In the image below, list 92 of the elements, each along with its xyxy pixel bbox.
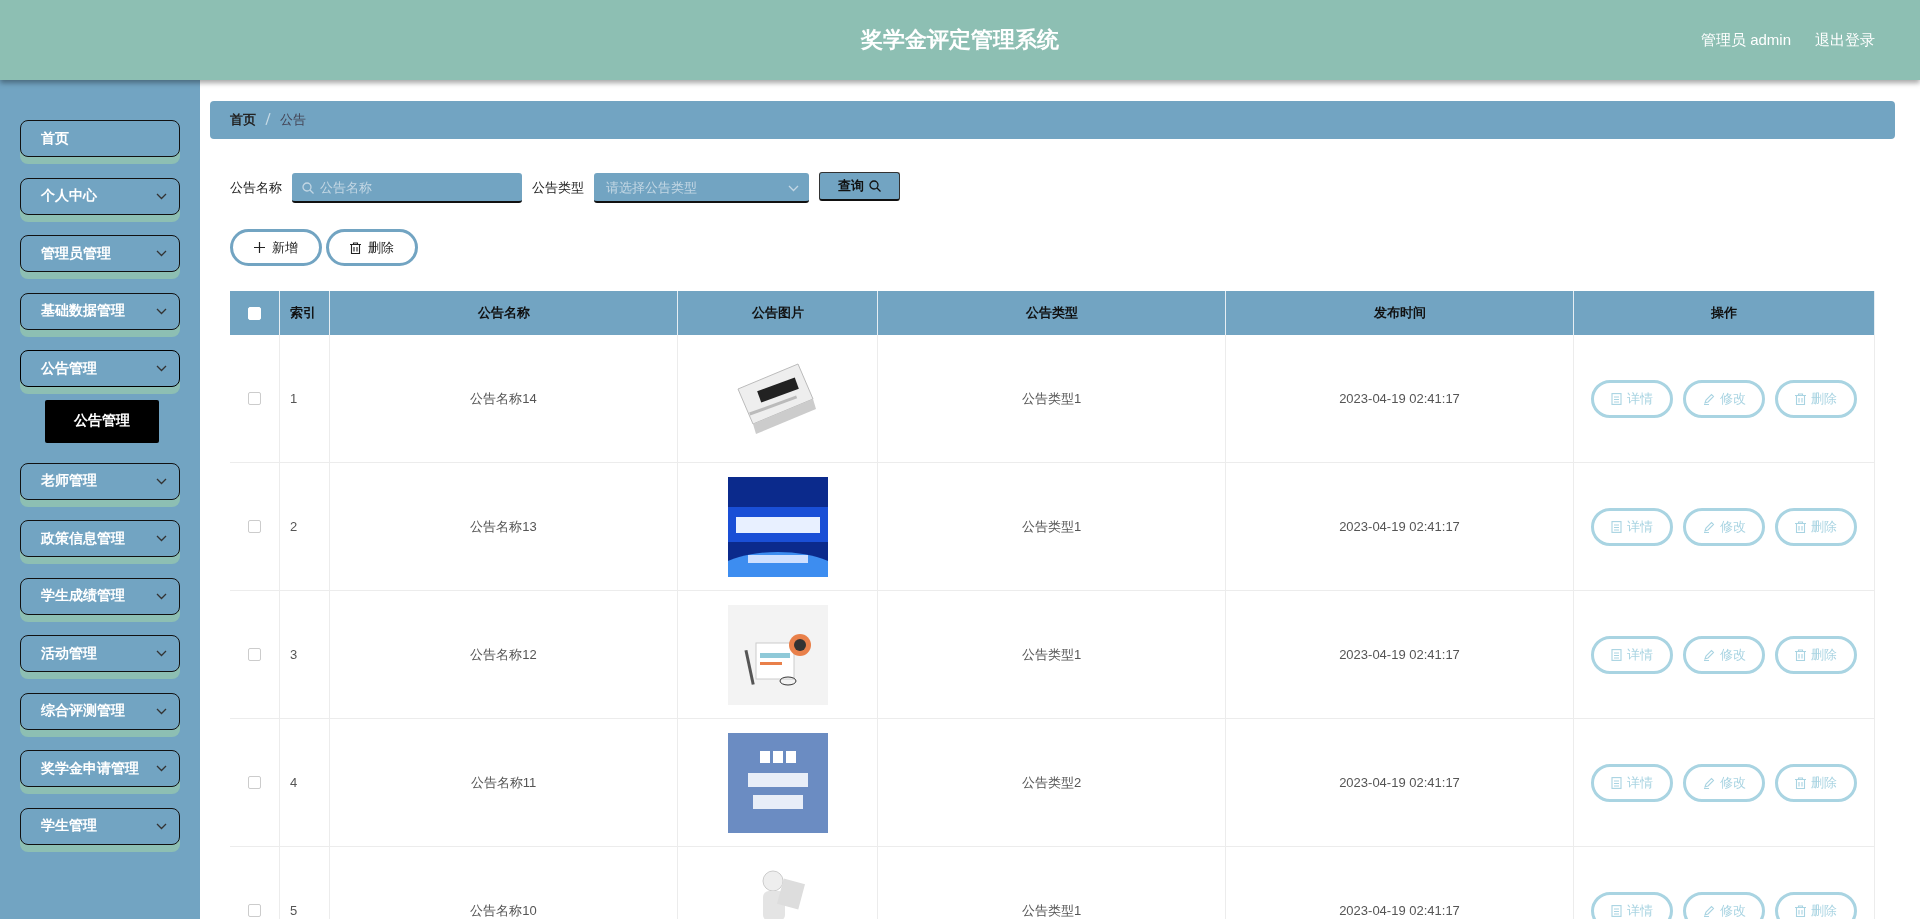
row-checkbox[interactable] bbox=[248, 520, 261, 533]
delete-button[interactable]: 删除 bbox=[1775, 635, 1857, 674]
chevron-down-icon bbox=[156, 365, 167, 372]
table-cell: 公告名称10 bbox=[470, 901, 537, 919]
details-button[interactable]: 详情 bbox=[1591, 635, 1673, 674]
trash-icon bbox=[1795, 392, 1806, 405]
table-cell: 2023-04-19 02:41:17 bbox=[1339, 903, 1460, 918]
table-cell: 公告名称13 bbox=[470, 517, 537, 536]
add-button[interactable]: 新增 bbox=[230, 229, 322, 266]
search-icon bbox=[869, 179, 881, 192]
edit-button[interactable]: 修改 bbox=[1683, 379, 1765, 418]
user-label: 管理员 admin bbox=[1700, 30, 1791, 50]
logout-link[interactable]: 退出登录 bbox=[1815, 30, 1875, 50]
table-cell: 1 bbox=[290, 391, 298, 406]
filter-label: 公告名称 bbox=[230, 179, 282, 197]
plus-icon bbox=[254, 242, 265, 253]
table-cell: 2023-04-19 02:41:17 bbox=[1339, 391, 1460, 406]
row-checkbox[interactable] bbox=[248, 776, 261, 789]
table-cell: 2023-04-19 02:41:17 bbox=[1339, 775, 1460, 790]
chevron-down-icon bbox=[156, 592, 167, 600]
search-field[interactable]: 公告名称 bbox=[292, 173, 522, 203]
slash-icon bbox=[265, 112, 271, 125]
table-cell: 公告类型1 bbox=[1021, 517, 1082, 536]
chevron-down-icon bbox=[156, 192, 167, 200]
table-cell: 公告类型2 bbox=[1021, 773, 1082, 792]
breadcrumb-current: 公告 bbox=[280, 111, 306, 129]
row-checkbox[interactable] bbox=[248, 904, 261, 917]
delete-button[interactable]: 删除 bbox=[1775, 379, 1857, 418]
table-cell: 2 bbox=[290, 519, 298, 534]
edit-button[interactable]: 修改 bbox=[1683, 635, 1765, 674]
document-icon bbox=[1611, 392, 1622, 405]
trash-icon bbox=[1795, 904, 1806, 917]
edit-button[interactable]: 修改 bbox=[1683, 891, 1765, 919]
document-icon bbox=[1611, 904, 1622, 917]
delete-button[interactable]: 删除 bbox=[326, 229, 418, 266]
chevron-down-icon bbox=[156, 477, 167, 485]
column-header: 发布时间 bbox=[1373, 304, 1426, 322]
pencil-icon bbox=[1702, 904, 1715, 917]
table-cell: 2023-04-19 02:41:17 bbox=[1339, 519, 1460, 534]
trash-icon bbox=[1795, 520, 1806, 533]
row-checkbox[interactable] bbox=[248, 392, 261, 405]
chevron-down-icon bbox=[788, 184, 799, 192]
pencil-icon bbox=[1702, 776, 1715, 789]
chevron-down-icon bbox=[156, 765, 167, 772]
search-icon bbox=[302, 182, 314, 194]
chevron-down-icon bbox=[156, 822, 167, 830]
column-header: 索引 bbox=[290, 304, 316, 322]
table-cell: 公告名称11 bbox=[470, 773, 537, 792]
edit-button[interactable]: 修改 bbox=[1683, 507, 1765, 546]
chevron-down-icon bbox=[156, 650, 167, 657]
breadcrumb-link[interactable]: 首页 bbox=[230, 111, 256, 129]
details-button[interactable]: 详情 bbox=[1591, 379, 1673, 418]
table-cell: 3 bbox=[290, 647, 298, 662]
delete-button[interactable]: 删除 bbox=[1775, 507, 1857, 546]
search-button[interactable]: 查询 bbox=[819, 171, 900, 201]
table-cell: 公告名称12 bbox=[470, 645, 537, 664]
column-header: 公告图片 bbox=[751, 304, 804, 322]
details-button[interactable]: 详情 bbox=[1591, 891, 1673, 919]
document-icon bbox=[1611, 648, 1622, 661]
trash-icon bbox=[1795, 648, 1806, 661]
chevron-down-icon bbox=[156, 307, 167, 315]
details-button[interactable]: 详情 bbox=[1591, 763, 1673, 802]
trash-icon bbox=[350, 241, 361, 254]
chevron-down-icon bbox=[156, 535, 167, 542]
column-header: 公告名称 bbox=[477, 304, 530, 322]
table-cell: 公告名称14 bbox=[470, 389, 537, 408]
table-cell: 公告类型1 bbox=[1021, 645, 1082, 664]
delete-button[interactable]: 删除 bbox=[1775, 763, 1857, 802]
table-cell: 公告类型1 bbox=[1021, 901, 1082, 919]
submenu-item[interactable]: 公告管理 bbox=[45, 399, 159, 443]
table-cell: 5 bbox=[290, 903, 298, 918]
column-header: 操作 bbox=[1711, 304, 1737, 322]
document-icon bbox=[1611, 520, 1622, 533]
filter-label: 公告类型 bbox=[532, 179, 584, 197]
pencil-icon bbox=[1702, 648, 1715, 661]
row-checkbox[interactable] bbox=[248, 648, 261, 661]
delete-button[interactable]: 删除 bbox=[1775, 891, 1857, 919]
chevron-down-icon bbox=[156, 250, 167, 257]
trash-icon bbox=[1795, 776, 1806, 789]
pencil-icon bbox=[1702, 392, 1715, 405]
select-all-checkbox[interactable] bbox=[248, 306, 261, 320]
details-button[interactable]: 详情 bbox=[1591, 507, 1673, 546]
table-cell: 4 bbox=[290, 775, 298, 790]
document-icon bbox=[1611, 776, 1622, 789]
type-select[interactable]: 请选择公告类型 bbox=[594, 173, 809, 203]
edit-button[interactable]: 修改 bbox=[1683, 763, 1765, 802]
app-title: 奖学金评定管理系统 bbox=[861, 27, 1059, 52]
pencil-icon bbox=[1702, 520, 1715, 533]
table-cell: 2023-04-19 02:41:17 bbox=[1339, 647, 1460, 662]
column-header: 公告类型 bbox=[1025, 304, 1078, 322]
chevron-down-icon bbox=[156, 707, 167, 715]
table-cell: 公告类型1 bbox=[1021, 389, 1082, 408]
